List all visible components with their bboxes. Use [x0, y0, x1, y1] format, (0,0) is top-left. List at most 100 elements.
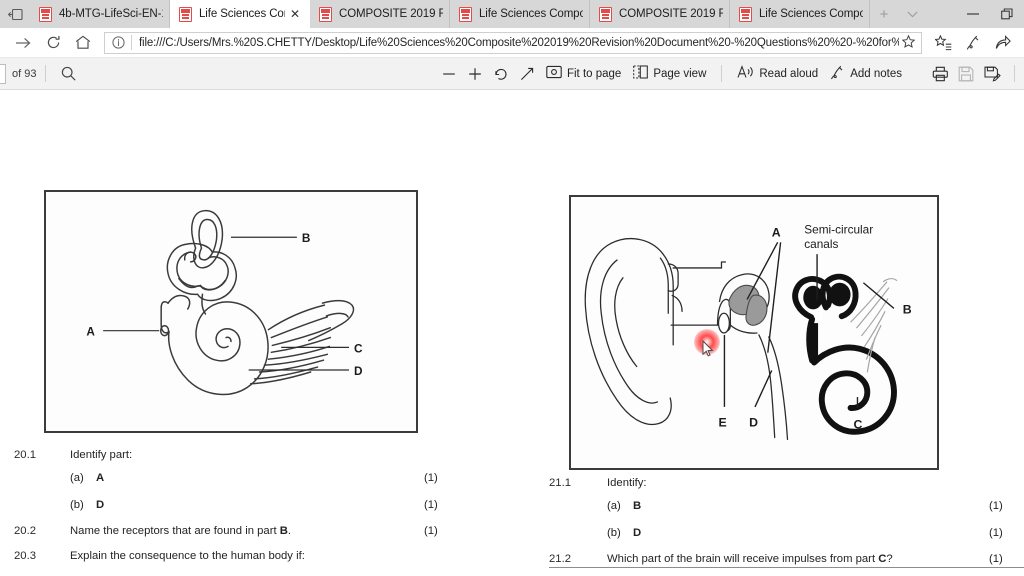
- page-bottom-divider: (17): [549, 567, 1024, 568]
- page-view-label: Page view: [653, 67, 707, 80]
- figure-right-label-e: E: [719, 416, 727, 430]
- question-text: Name the receptors that are found in par…: [70, 524, 292, 537]
- figure-right-label-a: A: [772, 225, 781, 239]
- pdf-file-icon: [739, 6, 753, 22]
- question-block-21: 21.1 Identify: (a) B (1) (b) D (1) 21.2 …: [549, 476, 1019, 576]
- figure-left-label-c: C: [354, 341, 363, 355]
- toolbar-divider: [45, 65, 47, 82]
- browser-tab-5[interactable]: COMPOSITE 2019 Revis: [590, 0, 730, 28]
- read-aloud-label: Read aloud: [759, 67, 819, 80]
- question-text: B: [633, 500, 642, 513]
- share-icon[interactable]: [988, 30, 1018, 56]
- question-marks: (1): [424, 498, 438, 511]
- toolbar-gap: [917, 65, 918, 82]
- question-text: D: [96, 498, 105, 511]
- figure-right-label-d: D: [749, 416, 758, 430]
- url-divider: [131, 35, 132, 50]
- question-text: Which part of the brain will receive imp…: [607, 552, 893, 565]
- question-row: 20.2 Name the receptors that are found i…: [14, 524, 454, 539]
- tab-title: 4b-MTG-LifeSci-EN-18-: [59, 8, 163, 20]
- tab-title: Life Sciences Composit: [479, 8, 583, 20]
- home-icon[interactable]: [68, 30, 98, 56]
- browser-window: 4b-MTG-LifeSci-EN-18- Life Sciences Comp…: [0, 0, 1024, 576]
- zoom-out-button[interactable]: [436, 61, 462, 87]
- save-as-icon[interactable]: [979, 61, 1005, 87]
- question-number: 20.3: [14, 550, 36, 562]
- expand-icon[interactable]: [514, 61, 540, 87]
- print-icon[interactable]: [927, 61, 953, 87]
- browser-tab-6[interactable]: Life Sciences Composit: [730, 0, 870, 28]
- chevron-down-icon[interactable]: [898, 0, 926, 28]
- pdf-file-icon: [319, 6, 333, 22]
- question-text: Identify:: [607, 477, 647, 489]
- browser-tab-1[interactable]: 4b-MTG-LifeSci-EN-18-: [30, 0, 170, 28]
- question-row: 20.3 Explain the consequence to the huma…: [14, 549, 454, 564]
- question-row: 20.1 Identify part:: [14, 448, 454, 463]
- browser-tab-2-active[interactable]: Life Sciences Comp ✕: [170, 0, 310, 28]
- favorites-icon[interactable]: [928, 30, 958, 56]
- pdf-file-icon: [599, 6, 613, 22]
- question-marks: (1): [989, 552, 1003, 565]
- pdf-file-icon: [39, 6, 53, 22]
- refresh-icon[interactable]: [38, 30, 68, 56]
- rotate-icon[interactable]: [488, 61, 514, 87]
- save-icon[interactable]: [953, 61, 979, 87]
- question-text: Identify part:: [70, 449, 133, 461]
- question-text: Explain the consequence to the human bod…: [70, 550, 305, 562]
- site-info-icon[interactable]: [111, 35, 126, 50]
- new-tab-button[interactable]: +: [870, 0, 898, 28]
- add-notes-button[interactable]: Add notes: [824, 61, 908, 87]
- question-number: 20.2: [14, 524, 36, 537]
- page-view-icon: [633, 65, 649, 82]
- question-row: (b) D (1): [549, 526, 1019, 541]
- question-marks: (1): [989, 500, 1003, 513]
- figure-right-label-c: C: [854, 418, 863, 432]
- window-drag-region: [926, 0, 956, 28]
- address-input[interactable]: file:///C:/Users/Mrs.%20S.CHETTY/Desktop…: [104, 31, 922, 54]
- question-marks: (1): [424, 524, 438, 537]
- figure-left-label-b: B: [302, 231, 311, 245]
- question-sublabel: (a): [70, 472, 84, 485]
- question-row: (a) B (1): [549, 499, 1019, 514]
- notes-icon[interactable]: [958, 30, 988, 56]
- question-row: 21.1 Identify:: [549, 476, 1019, 491]
- pdf-document-page[interactable]: A B C D A Semi-circular canals B C D E 2…: [0, 90, 1024, 576]
- figure-right-annotation-line1: Semi-circular: [804, 222, 873, 236]
- browser-tab-4[interactable]: Life Sciences Composit: [450, 0, 590, 28]
- search-icon[interactable]: [55, 61, 81, 87]
- inner-ear-diagram: A B C D: [44, 190, 418, 433]
- page-view-button[interactable]: Page view: [627, 61, 712, 87]
- question-text: D: [633, 526, 642, 539]
- question-marks: (1): [989, 526, 1003, 539]
- question-text: A: [96, 472, 105, 485]
- set-aside-tabs-icon[interactable]: [0, 0, 30, 28]
- read-aloud-button[interactable]: Read aloud: [731, 61, 824, 87]
- human-ear-diagram: A Semi-circular canals B C D E: [569, 195, 939, 470]
- tab-title: COMPOSITE 2019 Revis: [339, 8, 443, 20]
- toolbar-divider: [1014, 65, 1015, 82]
- browser-tab-3[interactable]: COMPOSITE 2019 Revis: [310, 0, 450, 28]
- star-icon[interactable]: [899, 34, 917, 51]
- page-number-input[interactable]: [0, 63, 6, 84]
- tab-title: Life Sciences Composit: [759, 8, 863, 20]
- address-bar: file:///C:/Users/Mrs.%20S.CHETTY/Desktop…: [0, 28, 1024, 58]
- figure-left-label-d: D: [354, 364, 363, 378]
- add-notes-icon: [830, 65, 845, 83]
- question-marks: (1): [424, 472, 438, 485]
- pdf-file-icon: [179, 6, 193, 22]
- restore-window-button[interactable]: [990, 0, 1024, 28]
- zoom-in-button[interactable]: [462, 61, 488, 87]
- fit-to-page-icon: [546, 65, 562, 82]
- tab-title: Life Sciences Comp: [199, 8, 285, 20]
- figure-left-label-a: A: [86, 325, 95, 339]
- question-sublabel: (b): [70, 498, 84, 511]
- question-number: 21.1: [549, 477, 571, 489]
- close-icon[interactable]: ✕: [287, 6, 303, 22]
- pdf-file-icon: [459, 6, 473, 22]
- toolbar-divider: [721, 65, 723, 82]
- fit-to-page-button[interactable]: Fit to page: [540, 61, 627, 87]
- minimize-window-button[interactable]: [956, 0, 990, 28]
- page-count-label: of 93: [12, 67, 37, 80]
- forward-arrow-icon[interactable]: [8, 30, 38, 56]
- figure-right-label-b: B: [903, 302, 912, 316]
